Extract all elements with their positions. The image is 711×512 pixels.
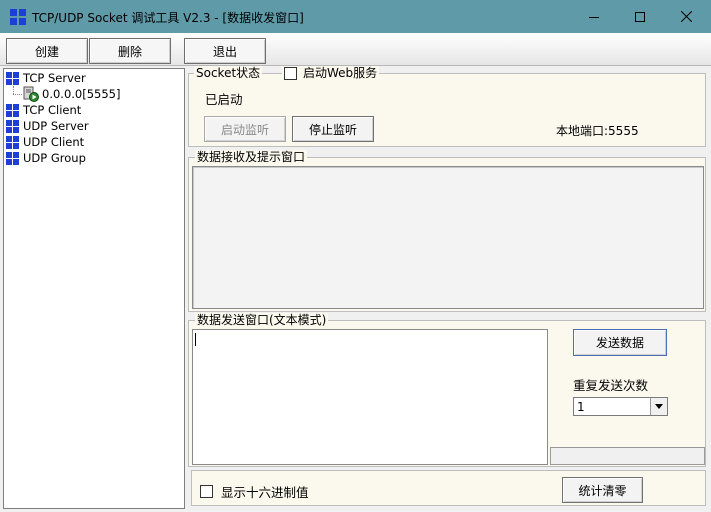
tree-item-udp-group[interactable]: UDP Group bbox=[6, 150, 86, 166]
tree-item-tcp-server[interactable]: TCP Server bbox=[6, 70, 86, 86]
send-data-button[interactable]: 发送数据 bbox=[573, 329, 667, 356]
web-service-label: 启动Web服务 bbox=[303, 66, 378, 80]
udp-server-icon bbox=[6, 119, 19, 133]
tree-item-connection[interactable]: 0.0.0.0[5555] bbox=[23, 86, 120, 102]
tree-label: TCP Server bbox=[23, 71, 86, 85]
hex-display-option[interactable]: 显示十六进制值 bbox=[200, 482, 309, 501]
delete-button[interactable]: 删除 bbox=[89, 38, 171, 64]
repeat-count-select[interactable]: 1 bbox=[573, 397, 668, 416]
app-icon bbox=[10, 9, 26, 25]
tree-item-udp-server[interactable]: UDP Server bbox=[6, 118, 89, 134]
socket-status-text: 已启动 bbox=[205, 92, 243, 107]
exit-button[interactable]: 退出 bbox=[184, 38, 266, 64]
tree-label: UDP Server bbox=[23, 119, 89, 133]
reset-stats-button[interactable]: 统计清零 bbox=[562, 477, 643, 503]
hex-display-checkbox[interactable] bbox=[200, 485, 213, 498]
tree-connector bbox=[13, 86, 14, 94]
tree-item-tcp-client[interactable]: TCP Client bbox=[6, 102, 81, 118]
tree-label: UDP Group bbox=[23, 151, 86, 165]
close-icon bbox=[680, 11, 692, 22]
send-textarea[interactable] bbox=[192, 329, 548, 465]
close-button[interactable] bbox=[663, 0, 709, 33]
status-field bbox=[550, 447, 705, 465]
start-listen-button[interactable]: 启动监听 bbox=[204, 116, 286, 142]
tcp-server-icon bbox=[6, 71, 19, 85]
tree-label: 0.0.0.0[5555] bbox=[42, 87, 121, 101]
minimize-icon bbox=[589, 16, 599, 18]
tree-label: TCP Client bbox=[23, 103, 82, 117]
tree-label: UDP Client bbox=[23, 135, 85, 149]
dropdown-arrow-icon[interactable] bbox=[650, 398, 667, 415]
web-service-option[interactable]: 启动Web服务 bbox=[282, 66, 380, 80]
udp-client-icon bbox=[6, 135, 19, 149]
repeat-count-value: 1 bbox=[577, 400, 585, 414]
local-port-label: 本地端口:5555 bbox=[556, 124, 639, 138]
stop-listen-button[interactable]: 停止监听 bbox=[292, 116, 374, 142]
maximize-icon bbox=[635, 11, 645, 22]
title-bar[interactable]: TCP/UDP Socket 调试工具 V2.3 - [数据收发窗口] bbox=[0, 0, 711, 33]
udp-group-icon bbox=[6, 151, 19, 165]
receive-panel-legend: 数据接收及提示窗口 bbox=[195, 150, 308, 164]
connection-tree[interactable]: TCP Server 0.0.0.0[5555] TCP Client UDP … bbox=[3, 68, 185, 509]
receive-textarea[interactable] bbox=[192, 166, 704, 309]
hex-display-label: 显示十六进制值 bbox=[221, 485, 309, 500]
minimize-button[interactable] bbox=[571, 0, 617, 33]
repeat-count-label: 重复发送次数 bbox=[573, 378, 649, 393]
toolbar: 创建 删除 退出 bbox=[0, 33, 711, 66]
tcp-client-icon bbox=[6, 103, 19, 117]
connection-icon bbox=[23, 86, 39, 102]
tree-item-udp-client[interactable]: UDP Client bbox=[6, 134, 84, 150]
web-service-checkbox[interactable] bbox=[284, 66, 297, 80]
create-button[interactable]: 创建 bbox=[6, 38, 88, 64]
socket-status-legend: Socket状态 bbox=[194, 66, 263, 80]
tree-connector bbox=[13, 94, 22, 95]
text-cursor bbox=[195, 333, 196, 346]
send-panel-legend: 数据发送窗口(文本模式) bbox=[195, 313, 329, 327]
maximize-button[interactable] bbox=[617, 0, 663, 33]
window-title: TCP/UDP Socket 调试工具 V2.3 - [数据收发窗口] bbox=[32, 11, 304, 25]
